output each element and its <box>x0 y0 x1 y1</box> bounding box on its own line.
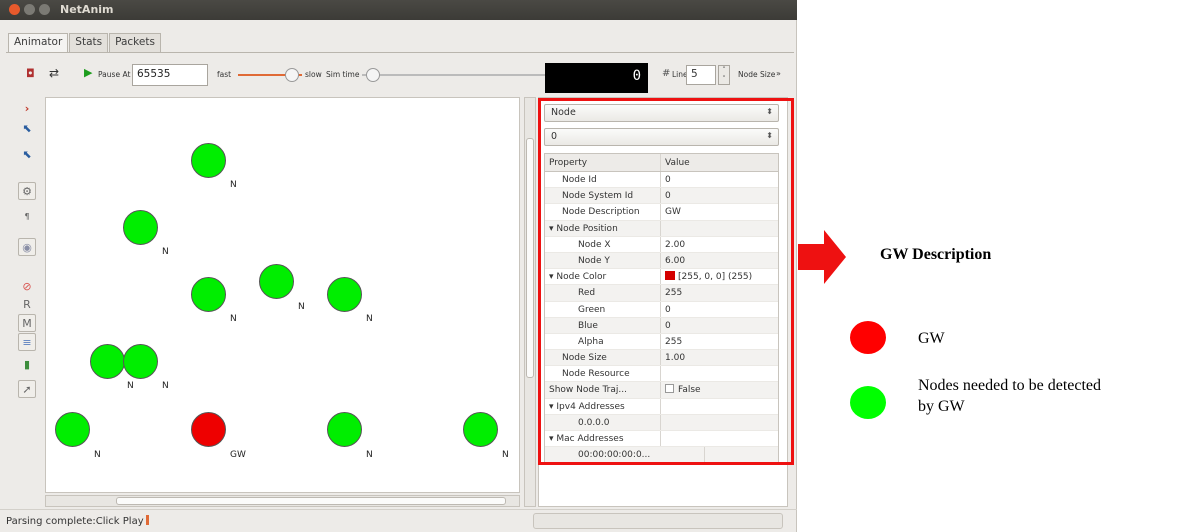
mobility-label[interactable]: M <box>18 314 36 332</box>
sim-time-label: Sim time <box>326 70 360 79</box>
grid-lines-icon[interactable]: # <box>662 68 670 79</box>
node-label: N <box>502 450 509 460</box>
canvas-horizontal-scrollbar[interactable] <box>45 495 520 507</box>
window-title: NetAnim <box>60 3 114 16</box>
gateway-node-circle[interactable] <box>191 412 226 447</box>
node-icon[interactable]: ◉ <box>18 238 36 256</box>
cursor-icon[interactable]: ➚ <box>18 380 36 398</box>
scrollbar-thumb[interactable] <box>526 138 534 378</box>
gateway-node-label: GW <box>230 450 246 460</box>
node-label: N <box>94 450 101 460</box>
minimize-icon[interactable] <box>24 4 35 15</box>
nodes-legend-line-1: Nodes needed to be detected <box>918 377 1102 394</box>
sim-time-display: 0 <box>545 63 648 93</box>
node-circle[interactable] <box>463 412 498 447</box>
no-entry-icon[interactable]: ⊘ <box>18 278 36 296</box>
node-label: N <box>230 180 237 190</box>
settings-icon[interactable]: ⚙ <box>18 182 36 200</box>
node-label: N <box>230 314 237 324</box>
sim-time-slider-track[interactable] <box>362 74 547 76</box>
overflow-icon[interactable]: » <box>776 69 781 78</box>
pause-at-label: Pause At <box>98 70 131 79</box>
scrollbar-thumb[interactable] <box>116 497 506 505</box>
font-size-icon[interactable]: ¶ <box>18 208 36 226</box>
legend-title: GW Description <box>880 246 992 263</box>
node-circle[interactable] <box>327 277 362 312</box>
fit-icon[interactable]: ◘ <box>26 67 35 80</box>
node-circle[interactable] <box>123 210 158 245</box>
reload-icon[interactable]: ⇄ <box>49 66 59 80</box>
list-icon[interactable]: ≡ <box>18 333 36 351</box>
node-circle[interactable] <box>55 412 90 447</box>
progress-marker <box>145 515 149 525</box>
chevron-right-icon[interactable]: › <box>18 100 36 118</box>
node-label: N <box>162 247 169 257</box>
canvas-vertical-scrollbar[interactable] <box>524 97 536 507</box>
left-toolbar: › ⬉ ⬉ ⚙ ¶ ◉ ⊘ R M ≡ ▮ ➚ <box>18 100 38 500</box>
tab-stats[interactable]: Stats <box>69 33 109 53</box>
node-circle[interactable] <box>191 143 226 178</box>
node-circle[interactable] <box>90 344 125 379</box>
sim-time-slider-handle[interactable] <box>366 68 380 82</box>
node-label: N <box>298 302 305 312</box>
pause-at-input[interactable]: 65535 <box>132 64 208 86</box>
lines-input[interactable]: 5 <box>686 65 716 85</box>
battery-icon[interactable]: ▮ <box>18 356 36 374</box>
gw-legend-dot <box>850 321 886 354</box>
close-icon[interactable] <box>9 4 20 15</box>
node-label: N <box>366 450 373 460</box>
node-label: N <box>127 381 134 391</box>
maximize-icon[interactable] <box>39 4 50 15</box>
status-bar: Parsing complete:Click Play <box>0 509 797 532</box>
toolbar: ◘ ⇄ ▶ Pause At 65535 fast slow Sim time … <box>14 63 794 93</box>
animation-canvas[interactable]: N N N N N N N N GW N N <box>45 97 520 493</box>
title-bar: NetAnim <box>0 0 797 20</box>
play-icon[interactable]: ▶ <box>84 66 92 79</box>
node-circle[interactable] <box>327 412 362 447</box>
tab-bar: Animator Stats Packets <box>8 33 162 53</box>
arrow-right-icon <box>798 230 846 284</box>
nodes-legend-line-2: by GW <box>918 398 965 415</box>
speed-slider-handle[interactable] <box>285 68 299 82</box>
lines-spinner[interactable]: ˄ ˅ <box>718 65 730 85</box>
status-progress-box <box>533 513 783 529</box>
fast-label: fast <box>217 70 232 79</box>
gw-legend-label: GW <box>918 330 945 347</box>
node-label: N <box>162 381 169 391</box>
nodes-legend-dot <box>850 386 886 419</box>
routing-label[interactable]: R <box>18 296 36 314</box>
node-circle[interactable] <box>191 277 226 312</box>
node-size-label: Node Size <box>738 70 776 79</box>
zoom-out-icon[interactable]: ⬉ <box>18 146 36 164</box>
tab-packets[interactable]: Packets <box>109 33 161 53</box>
slow-label: slow <box>305 70 322 79</box>
highlight-box <box>538 98 794 465</box>
status-text: Parsing complete:Click Play <box>6 516 144 527</box>
node-circle[interactable] <box>259 264 294 299</box>
nodes-legend-label: Nodes needed to be detected by GW <box>918 375 1101 417</box>
tab-divider <box>6 52 794 53</box>
node-circle[interactable] <box>123 344 158 379</box>
node-label: N <box>366 314 373 324</box>
tab-animator[interactable]: Animator <box>8 33 69 53</box>
zoom-in-icon[interactable]: ⬉ <box>18 120 36 138</box>
